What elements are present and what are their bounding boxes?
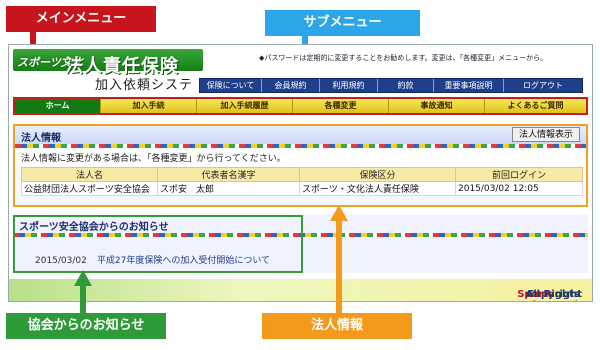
main-menu: ホーム 加入手続 加入手続履歴 各種変更 事故通知 よくあるご質問 — [13, 97, 588, 115]
sub-menu-clauses[interactable]: 約款 — [378, 79, 434, 92]
sub-menu-member-terms[interactable]: 会員規約 — [262, 79, 320, 92]
copyright-suffix: All Rights Reserved. — [525, 289, 582, 301]
column-header: 前回ログイン — [455, 167, 583, 182]
table-cell: 公益財団法人スポーツ安全協会 — [21, 181, 158, 196]
callout-corporate-info: 法人情報 — [262, 313, 412, 339]
logo: スポーツ文化 法人責任保険 加入依頼システム — [13, 47, 203, 112]
app-window: スポーツ文化 法人責任保険 加入依頼システム ◆パスワードは定期的に変更すること… — [8, 44, 593, 302]
column-header: 法人名 — [21, 167, 158, 182]
callout-sub-menu: サブメニュー — [265, 10, 420, 36]
table-row: 公益財団法人スポーツ安全協会 スポ安 太郎 スポーツ・文化法人責任保険 2015… — [21, 181, 583, 196]
callout-main-menu: メインメニュー — [6, 6, 156, 32]
arrow-corporate-info — [330, 205, 348, 315]
main-menu-home[interactable]: ホーム — [15, 99, 101, 113]
corporate-info-title: 法人情報 — [21, 133, 61, 144]
sub-menu-important-notes[interactable]: 重要事項説明 — [434, 79, 504, 92]
corporate-info-panel: 法人情報 法人情報表示 法人情報に変更がある場合は、「各種変更」から行ってくださ… — [13, 124, 588, 207]
footer: Copyright 2015. The Sports Safety Associ… — [9, 279, 592, 301]
sub-menu-logout[interactable]: ログアウト — [504, 79, 582, 92]
column-header: 保険区分 — [299, 167, 456, 182]
main-menu-accident-report[interactable]: 事故通知 — [389, 99, 485, 113]
column-header: 代表者名漢字 — [157, 167, 300, 182]
table-cell: 2015/03/02 12:05 — [455, 181, 583, 196]
corporate-info-message: 法人情報に変更がある場合は、「各種変更」から行ってください。 — [15, 148, 586, 167]
corporate-info-table: 法人名 代表者名漢字 保険区分 前回ログイン 公益財団法人スポーツ安全協会 スポ… — [21, 167, 583, 196]
main-menu-enrollment[interactable]: 加入手続 — [101, 99, 197, 113]
main-menu-enrollment-history[interactable]: 加入手続履歴 — [197, 99, 293, 113]
logo-banner: スポーツ文化 法人責任保険 — [13, 49, 203, 77]
sub-menu-insurance[interactable]: 保険について — [200, 79, 262, 92]
callout-association-notice: 協会からのお知らせ — [6, 313, 166, 339]
arrow-association-notice — [74, 270, 92, 316]
table-cell: スポーツ・文化法人責任保険 — [299, 181, 456, 196]
sub-menu: 保険について 会員規約 利用規約 約款 重要事項説明 ログアウト — [199, 78, 583, 93]
sub-menu-usage-terms[interactable]: 利用規約 — [320, 79, 378, 92]
notices-highlight-box — [13, 215, 303, 273]
corporate-info-show-button[interactable]: 法人情報表示 — [511, 127, 580, 142]
password-notice: ◆パスワードは定期的に変更することをお勧めします。変更は、「各種変更」メニューか… — [259, 54, 548, 62]
main-menu-faq[interactable]: よくあるご質問 — [485, 99, 586, 113]
association-notices-panel: スポーツ安全協会からのお知らせ 2015/03/02 平成27年度保険への加入受付… — [13, 215, 588, 273]
main-menu-changes[interactable]: 各種変更 — [293, 99, 389, 113]
table-header-row: 法人名 代表者名漢字 保険区分 前回ログイン — [21, 167, 583, 182]
corporate-info-header: 法人情報 法人情報表示 — [15, 126, 586, 144]
table-cell: スポ安 太郎 — [157, 181, 300, 196]
